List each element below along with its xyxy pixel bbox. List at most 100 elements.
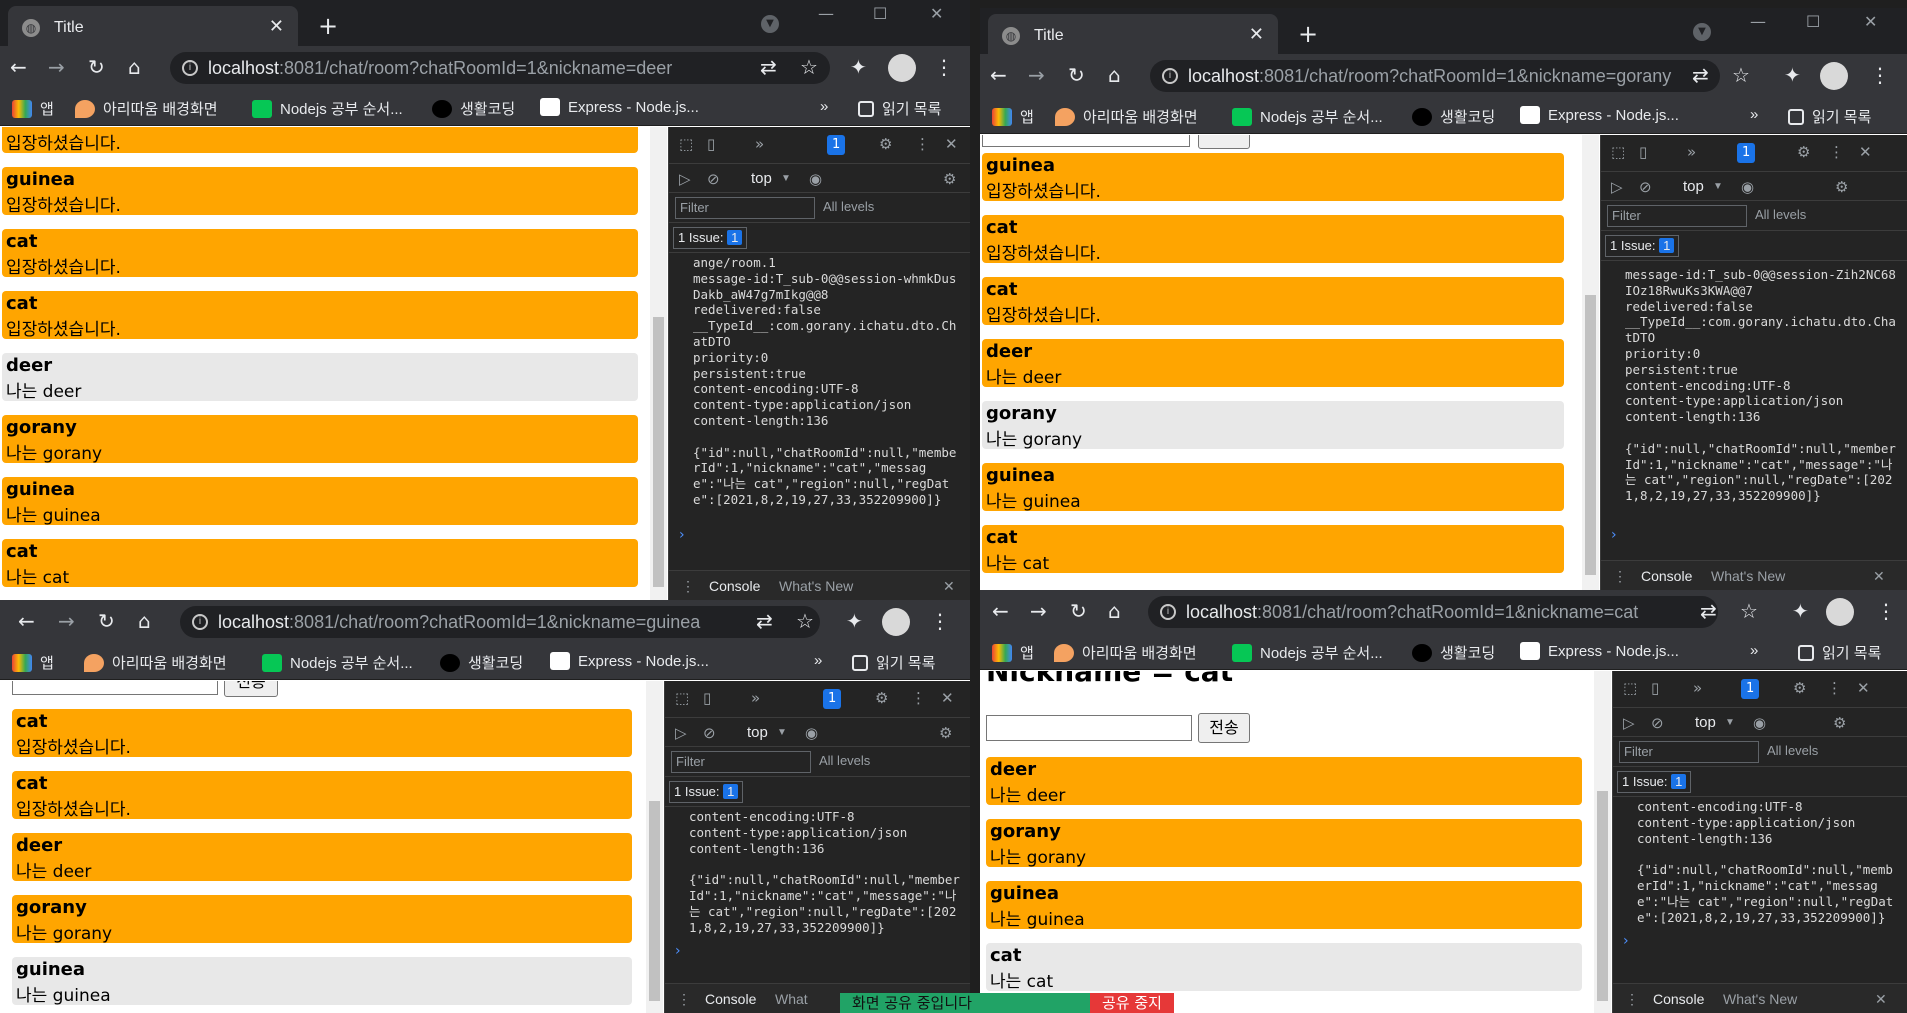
tab-search-icon[interactable]: ▼ — [761, 15, 779, 33]
more-tabs-icon[interactable]: » — [751, 689, 760, 707]
reload-icon[interactable]: ↻ — [1070, 600, 1087, 622]
close-devtools-icon[interactable]: ✕ — [941, 689, 954, 707]
forward-icon[interactable]: → — [1028, 64, 1045, 86]
back-icon[interactable]: ← — [990, 64, 1007, 86]
browser-tab[interactable]: ◍ Title ✕ — [8, 6, 298, 50]
translate-icon[interactable]: ⇄ — [1700, 600, 1717, 622]
console-prompt[interactable]: › — [1611, 527, 1617, 543]
bookmark-3[interactable]: 생활코딩 — [1412, 642, 1495, 663]
forward-icon[interactable]: → — [1030, 600, 1047, 622]
stop-sharing-button[interactable]: 공유 중지 — [1090, 993, 1174, 1013]
reading-list[interactable]: 읽기 목록 — [852, 652, 935, 673]
sidebar-toggle-icon[interactable]: ▷ — [1623, 714, 1635, 732]
clear-console-icon[interactable]: ⊘ — [703, 724, 716, 742]
levels-dropdown[interactable]: All levels — [1755, 207, 1806, 222]
filter-input[interactable]: Filter — [671, 751, 811, 773]
drawer-menu-icon[interactable]: ⋮ — [1613, 568, 1627, 585]
inspect-icon[interactable]: ⬚ — [1611, 143, 1625, 161]
close-devtools-icon[interactable]: ✕ — [1857, 679, 1870, 697]
avatar[interactable] — [1820, 62, 1848, 90]
bookmark-1[interactable]: 아리따움 배경화면 — [1055, 106, 1198, 127]
context-dropdown-icon[interactable]: ▼ — [777, 727, 787, 738]
context-dropdown-icon[interactable]: ▼ — [781, 173, 791, 184]
reload-icon[interactable]: ↻ — [98, 610, 115, 632]
console-prompt[interactable]: › — [1623, 933, 1629, 949]
bookmark-3[interactable]: 생활코딩 — [1412, 106, 1495, 127]
bookmark-star-icon[interactable]: ☆ — [1740, 600, 1758, 622]
avatar[interactable] — [1826, 598, 1854, 626]
filter-input[interactable]: Filter — [1619, 741, 1759, 763]
home-icon[interactable]: ⌂ — [138, 610, 151, 632]
minimize-icon[interactable]: — — [818, 4, 834, 23]
bookmark-1[interactable]: 아리따움 배경화면 — [1054, 642, 1197, 663]
sidebar-toggle-icon[interactable]: ▷ — [675, 724, 687, 742]
device-toolbar-icon[interactable]: ▯ — [1651, 679, 1659, 697]
close-devtools-icon[interactable]: ✕ — [945, 135, 958, 153]
issues-count[interactable]: 1 Issue: 1 — [1617, 771, 1692, 793]
translate-icon[interactable]: ⇄ — [756, 610, 773, 632]
reading-list[interactable]: 읽기 목록 — [1798, 642, 1881, 663]
scrollbar-thumb[interactable] — [1585, 295, 1596, 575]
context-select[interactable]: top — [1695, 714, 1716, 731]
translate-icon[interactable]: ⇄ — [1692, 64, 1709, 86]
close-drawer-icon[interactable]: ✕ — [1875, 991, 1887, 1008]
extensions-icon[interactable]: ✦ — [846, 610, 863, 632]
close-devtools-icon[interactable]: ✕ — [1859, 143, 1872, 161]
bookmark-4[interactable]: Express - Node.js... — [550, 652, 709, 670]
back-icon[interactable]: ← — [992, 600, 1009, 622]
reading-list[interactable]: 읽기 목록 — [1788, 106, 1871, 127]
reading-list[interactable]: 읽기 목록 — [858, 98, 941, 119]
bookmark-2[interactable]: Nodejs 공부 순서... — [252, 98, 403, 119]
console-settings-icon[interactable]: ⚙ — [1835, 178, 1848, 196]
levels-dropdown[interactable]: All levels — [819, 753, 870, 768]
eye-icon[interactable]: ◉ — [809, 170, 822, 188]
menu-icon[interactable]: ⋮ — [934, 56, 954, 78]
clear-console-icon[interactable]: ⊘ — [1651, 714, 1664, 732]
close-drawer-icon[interactable]: ✕ — [943, 578, 955, 595]
bookmark-apps[interactable]: 앱 — [12, 98, 54, 119]
context-dropdown-icon[interactable]: ▼ — [1713, 181, 1723, 192]
tab-console[interactable]: Console — [705, 991, 756, 1007]
home-icon[interactable]: ⌂ — [1108, 64, 1121, 86]
settings-gear-icon[interactable]: ⚙ — [1797, 143, 1810, 161]
tab-search-icon[interactable]: ▼ — [1693, 23, 1711, 41]
filter-input[interactable]: Filter — [1607, 205, 1747, 227]
maximize-icon[interactable]: ☐ — [1806, 12, 1820, 31]
device-toolbar-icon[interactable]: ▯ — [1639, 143, 1647, 161]
settings-gear-icon[interactable]: ⚙ — [879, 135, 892, 153]
bookmark-2[interactable]: Nodejs 공부 순서... — [262, 652, 413, 673]
levels-dropdown[interactable]: All levels — [823, 199, 874, 214]
site-info-icon[interactable]: i — [1160, 604, 1176, 620]
extensions-icon[interactable]: ✦ — [850, 56, 867, 78]
eye-icon[interactable]: ◉ — [1741, 178, 1754, 196]
reload-icon[interactable]: ↻ — [1068, 64, 1085, 86]
send-button[interactable]: 전송 — [224, 681, 278, 697]
bookmark-star-icon[interactable]: ☆ — [1732, 64, 1750, 86]
reload-icon[interactable]: ↻ — [88, 56, 105, 78]
site-info-icon[interactable]: i — [182, 60, 198, 76]
avatar[interactable] — [882, 608, 910, 636]
address-bar[interactable]: i localhost:8081/chat/room?chatRoomId=1&… — [1150, 60, 1720, 92]
context-select[interactable]: top — [1683, 178, 1704, 195]
issues-badge[interactable]: 1 — [1741, 679, 1760, 699]
page-scrollbar[interactable] — [650, 127, 667, 600]
close-window-icon[interactable]: ✕ — [930, 4, 943, 23]
page-scrollbar[interactable] — [646, 681, 663, 1013]
more-bookmarks-icon[interactable]: » — [1750, 642, 1758, 659]
issues-count[interactable]: 1 Issue: 1 — [669, 781, 744, 803]
home-icon[interactable]: ⌂ — [128, 56, 141, 78]
more-bookmarks-icon[interactable]: » — [820, 98, 828, 115]
close-drawer-icon[interactable]: ✕ — [1873, 568, 1885, 585]
send-button[interactable] — [1198, 135, 1250, 149]
bookmark-2[interactable]: Nodejs 공부 순서... — [1232, 106, 1383, 127]
kebab-icon[interactable]: ⋮ — [1827, 679, 1842, 697]
console-prompt[interactable]: › — [679, 527, 685, 543]
bookmark-1[interactable]: 아리따움 배경화면 — [75, 98, 218, 119]
settings-gear-icon[interactable]: ⚙ — [1793, 679, 1806, 697]
context-dropdown-icon[interactable]: ▼ — [1725, 717, 1735, 728]
console-settings-icon[interactable]: ⚙ — [943, 170, 956, 188]
kebab-icon[interactable]: ⋮ — [911, 689, 926, 707]
more-tabs-icon[interactable]: » — [1687, 143, 1696, 161]
scrollbar-thumb[interactable] — [649, 801, 660, 1001]
address-bar[interactable]: i localhost:8081/chat/room?chatRoomId=1&… — [1148, 596, 1718, 628]
